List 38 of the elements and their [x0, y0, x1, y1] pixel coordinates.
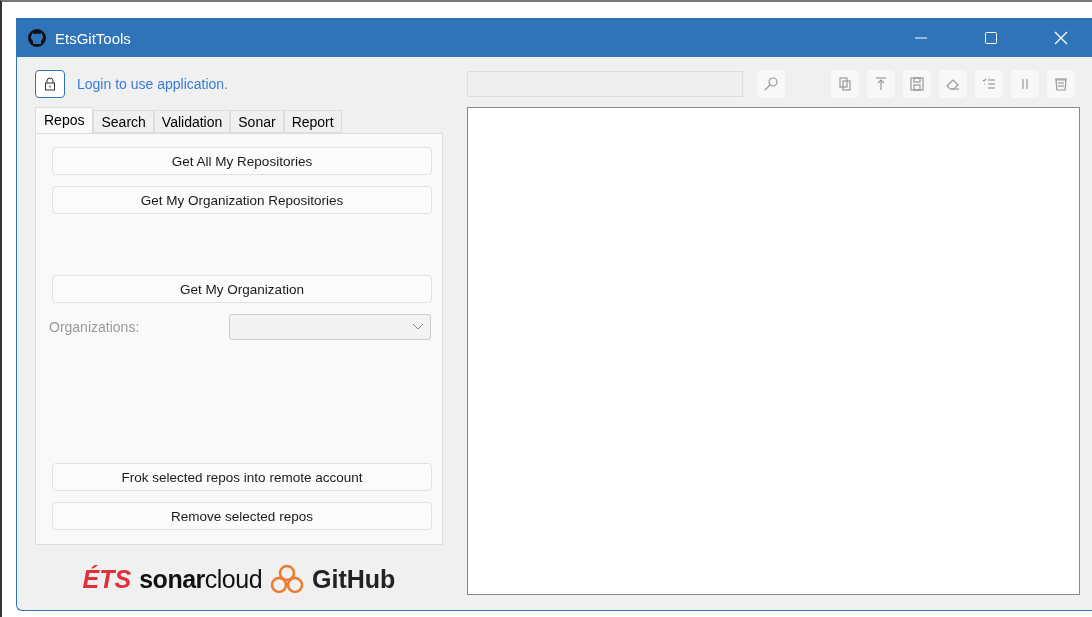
copy-button[interactable]: [831, 70, 859, 98]
upload-button[interactable]: [867, 70, 895, 98]
organizations-dropdown[interactable]: [229, 314, 431, 340]
github-logo: GitHub: [312, 564, 396, 594]
copy-icon: [837, 76, 853, 92]
action-button[interactable]: Frok selected repos into remote account: [52, 463, 432, 491]
action-button[interactable]: Get My Organization Repositories: [52, 186, 432, 214]
ets-logo: ÉTS: [82, 564, 132, 594]
lock-button[interactable]: [35, 70, 65, 98]
pause-button[interactable]: [1011, 70, 1039, 98]
organizations-label: Organizations:: [49, 319, 140, 335]
search-button[interactable]: [757, 70, 785, 98]
login-link[interactable]: Login to use application.: [77, 76, 228, 92]
tab[interactable]: Validation: [153, 110, 231, 133]
cloud-icon: [270, 563, 305, 595]
sonarcloud-logo: sonarcloud: [139, 564, 263, 594]
action-button[interactable]: Get My Organization: [52, 275, 432, 303]
close-icon: [1054, 31, 1068, 45]
search-icon: [763, 76, 779, 92]
save-icon: [909, 76, 925, 92]
trash-icon: [1053, 76, 1069, 92]
window-title: EtsGitTools: [55, 29, 132, 47]
upload-icon: [873, 76, 889, 92]
tab[interactable]: Search: [93, 110, 154, 133]
action-button[interactable]: Get All My Repositories: [52, 147, 432, 175]
tab[interactable]: Repos: [35, 107, 94, 133]
checklist-icon: [981, 76, 997, 92]
lock-icon: [44, 77, 56, 91]
maximize-icon: [985, 32, 997, 44]
action-button[interactable]: Remove selected repos: [52, 502, 432, 530]
tab[interactable]: Sonar: [230, 110, 284, 133]
tab[interactable]: Report: [283, 110, 342, 133]
chevron-down-icon: [412, 323, 424, 331]
checklist-button[interactable]: [975, 70, 1003, 98]
trash-button[interactable]: [1047, 70, 1075, 98]
save-button[interactable]: [903, 70, 931, 98]
eraser-button[interactable]: [939, 70, 967, 98]
github-logo-icon: [27, 28, 47, 48]
